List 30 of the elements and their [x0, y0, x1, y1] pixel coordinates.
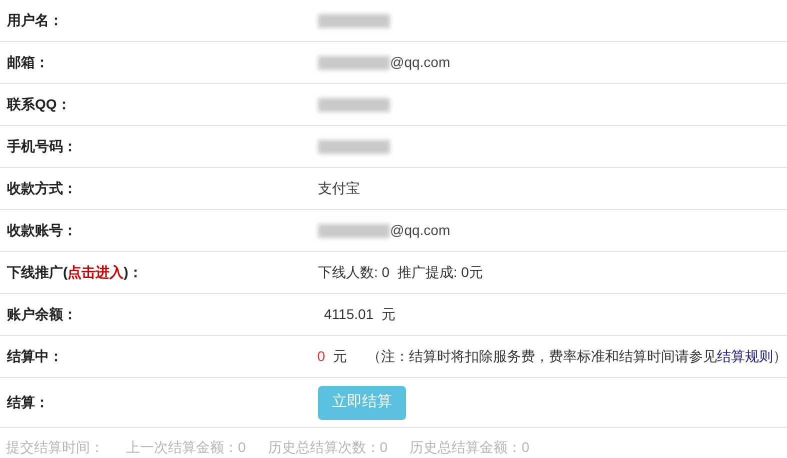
settlement-note: （注：结算时将扣除服务费，费率标准和结算时间请参见结算规则）: [367, 347, 787, 366]
amount-value: 0: [317, 347, 325, 366]
field-value: 下线人数: 0 推广提成: 0元: [318, 263, 483, 282]
field-label: 收款方式：: [7, 179, 77, 198]
currency-unit: 元: [333, 347, 347, 366]
field-label: 手机号码：: [7, 137, 77, 156]
currency-unit: 元: [382, 305, 396, 324]
field-label: 结算：: [7, 393, 49, 412]
field-label: 下线推广(点击进入)：: [7, 263, 142, 282]
field-label: 结算中：: [7, 347, 63, 366]
field-label: 联系QQ：: [7, 95, 71, 114]
field-label: 账户余额：: [7, 305, 77, 324]
field-label: 收款账号：: [7, 221, 77, 240]
summary-text: 历史总结算次数：0: [268, 438, 388, 457]
redacted-block: [318, 140, 390, 154]
redacted-block: [318, 224, 390, 238]
amount-value: 4115.01: [324, 305, 374, 324]
redacted-block: [318, 14, 390, 28]
rules-link[interactable]: 结算规则: [717, 348, 773, 364]
field-value: 支付宝: [318, 179, 360, 198]
summary-text: 历史总结算金额：0: [410, 438, 530, 457]
field-label: 用户名：: [7, 11, 63, 30]
summary-text: 提交结算时间：: [6, 438, 104, 457]
field-label: 邮箱：: [7, 53, 49, 72]
redacted-block: [318, 98, 390, 112]
redacted-block: [318, 56, 390, 70]
field-value: @qq.com: [390, 221, 450, 240]
promo-link[interactable]: 点击进入: [68, 264, 124, 280]
summary-text: 上一次结算金额：0: [126, 438, 246, 457]
field-value: @qq.com: [390, 53, 450, 72]
